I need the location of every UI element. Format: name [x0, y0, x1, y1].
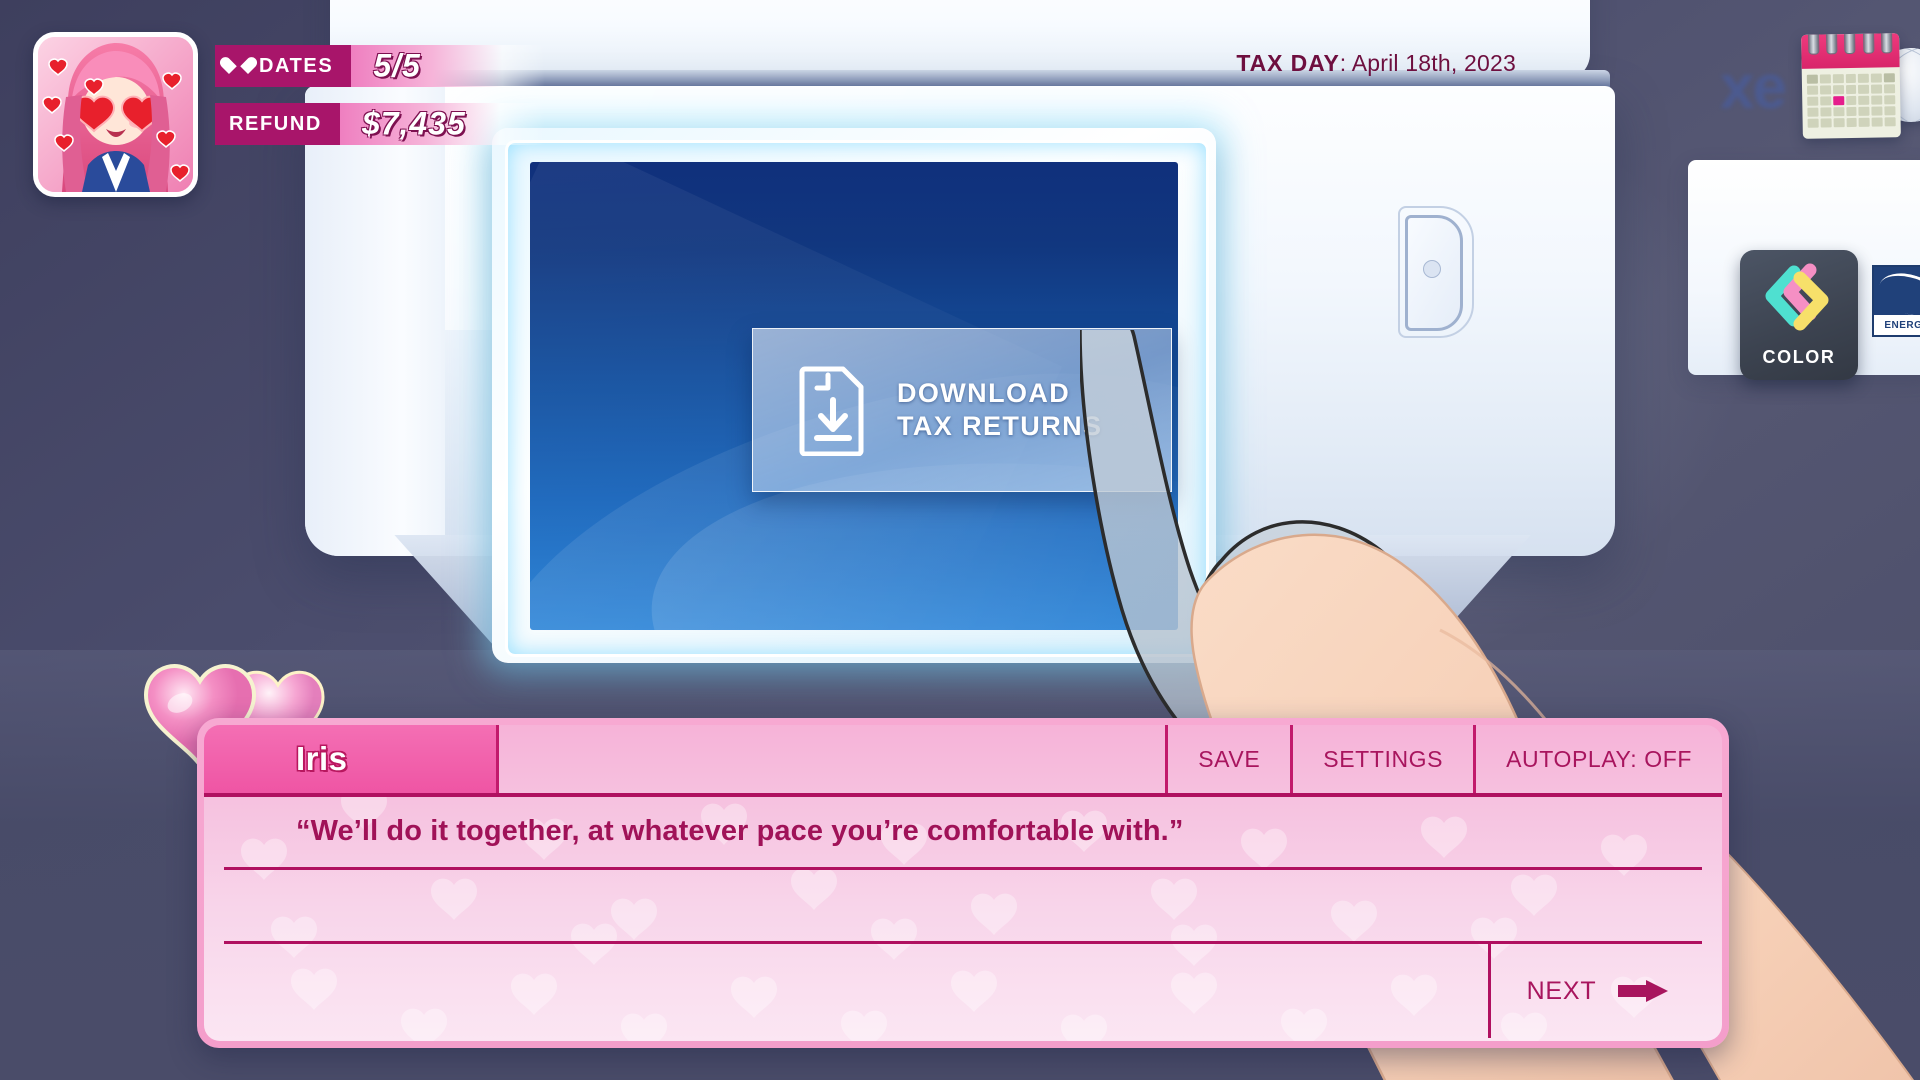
- next-button-label: NEXT: [1526, 976, 1597, 1005]
- next-button[interactable]: NEXT: [1488, 944, 1706, 1038]
- refund-bar: $7,435: [339, 103, 545, 145]
- refund-label: REFUND: [229, 112, 322, 135]
- dialogue-box: Iris SAVE SETTINGS AUTOPLAY: OFF “We’ll …: [197, 718, 1729, 1048]
- hud: DATES 5/5 REFUND $7,435: [0, 0, 560, 220]
- dates-label: DATES: [259, 54, 334, 77]
- tax-day-banner: TAX DAY: April 18th, 2023: [1236, 50, 1516, 77]
- dates-value: 5/5: [373, 47, 421, 84]
- color-badge-label: COLOR: [1762, 347, 1836, 367]
- speaker-underline: [204, 793, 1722, 797]
- printer-handle-indicator: [1423, 260, 1441, 278]
- speaker-name: Iris: [296, 740, 348, 777]
- dates-bar: 5/5: [351, 45, 545, 87]
- dialogue-divider-top: [224, 867, 1702, 870]
- dialogue-menu: SAVE SETTINGS AUTOPLAY: OFF: [1165, 725, 1722, 793]
- color-badge: COLOR: [1740, 250, 1858, 380]
- dialogue-divider-bottom: [224, 941, 1702, 944]
- color-chevrons-icon: [1760, 250, 1838, 347]
- calendar-grid: [1802, 67, 1901, 134]
- refund-value: $7,435: [361, 105, 466, 142]
- dialogue-inner: Iris SAVE SETTINGS AUTOPLAY: OFF “We’ll …: [204, 725, 1722, 1041]
- heart-icon: [229, 58, 248, 75]
- refund-meter: REFUND $7,435: [215, 103, 545, 145]
- tax-day-label: TAX DAY: [1236, 50, 1340, 76]
- energy-swoosh-icon: [1874, 267, 1920, 315]
- download-label-line1: DOWNLOAD: [897, 378, 1071, 409]
- dates-meter: DATES 5/5: [215, 45, 545, 87]
- refund-label-block: REFUND: [215, 103, 340, 145]
- tax-day-separator: :: [1339, 50, 1352, 76]
- speaker-row-fill: SAVE SETTINGS AUTOPLAY: OFF: [499, 725, 1722, 793]
- tax-day-value: April 18th, 2023: [1351, 50, 1516, 76]
- save-button[interactable]: SAVE: [1165, 725, 1290, 793]
- dates-label-block: DATES: [215, 45, 352, 87]
- printer-brand-logo: xe: [1720, 53, 1787, 122]
- energy-star-label: ENERGY: [1872, 265, 1920, 337]
- download-label-line2: TAX RETURNS: [897, 411, 1103, 441]
- dialogue-text: “We’ll do it together, at whatever pace …: [296, 815, 1184, 847]
- speaker-row: Iris SAVE SETTINGS AUTOPLAY: OFF: [204, 725, 1722, 793]
- game-screen: xe COLOR ENERGY: [0, 0, 1920, 1080]
- desk-calendar-icon: [1801, 33, 1901, 139]
- speaker-plate: Iris: [204, 725, 499, 793]
- arrow-right-icon: [1618, 980, 1670, 1002]
- avatar[interactable]: [33, 32, 198, 197]
- settings-button[interactable]: SETTINGS: [1290, 725, 1473, 793]
- calendar-spiral-rings: [1801, 33, 1899, 55]
- file-download-icon: [797, 364, 869, 456]
- energy-star-text: ENERGY: [1874, 315, 1920, 335]
- energy-star-mark: [1874, 267, 1920, 315]
- download-button-label: DOWNLOAD TAX RETURNS: [897, 377, 1102, 443]
- download-tax-returns-button[interactable]: DOWNLOAD TAX RETURNS: [752, 328, 1172, 492]
- autoplay-toggle[interactable]: AUTOPLAY: OFF: [1473, 725, 1722, 793]
